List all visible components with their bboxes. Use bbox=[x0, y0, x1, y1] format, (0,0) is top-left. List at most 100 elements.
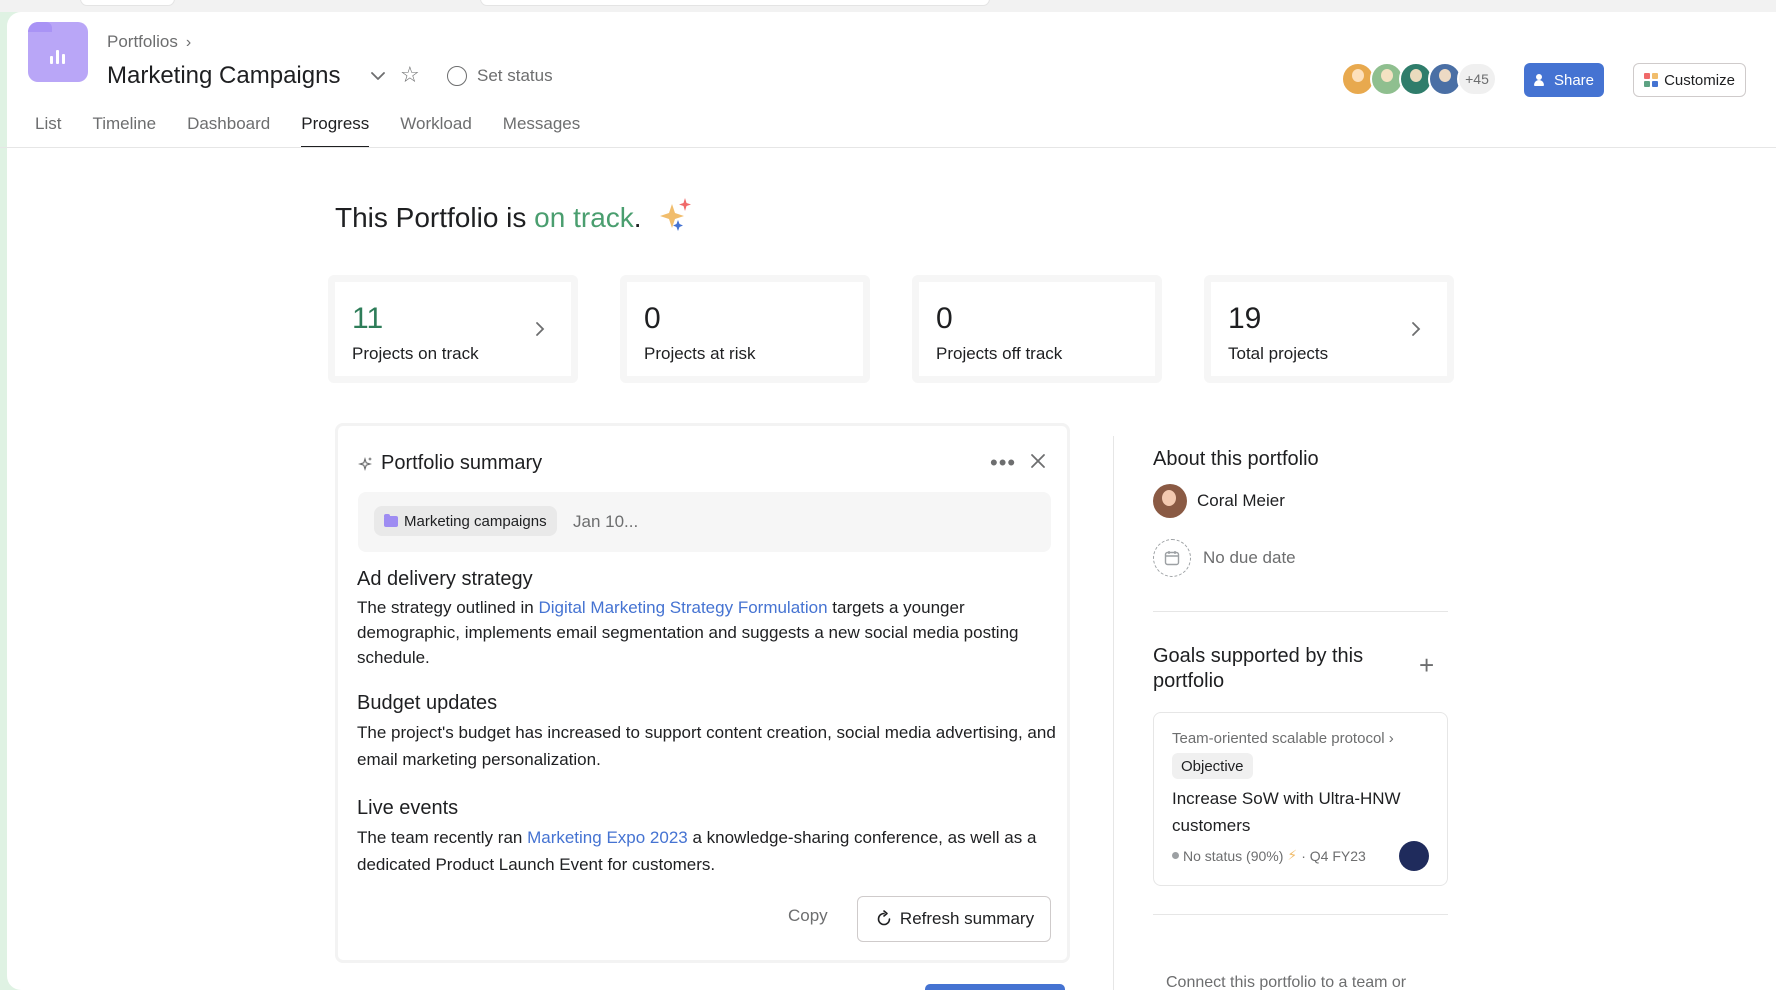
section-text: The strategy outlined in Digital Marketi… bbox=[357, 595, 1057, 670]
portfolio-owner[interactable]: Coral Meier bbox=[1153, 484, 1285, 518]
stat-label: Projects off track bbox=[936, 344, 1063, 363]
section-heading: Ad delivery strategy bbox=[357, 568, 533, 590]
stat-value: 11 bbox=[352, 302, 384, 335]
customize-button[interactable]: Customize bbox=[1633, 63, 1746, 97]
set-status-label: Set status bbox=[477, 66, 553, 85]
browser-top-strip bbox=[0, 0, 1776, 12]
members-more-count[interactable]: +45 bbox=[1457, 62, 1497, 96]
tab-progress[interactable]: Progress bbox=[301, 114, 370, 148]
tab-messages[interactable]: Messages bbox=[503, 114, 580, 146]
stat-label: Total projects bbox=[1228, 344, 1329, 363]
about-title: About this portfolio bbox=[1153, 448, 1319, 470]
portfolio-chip-label: Marketing campaigns bbox=[404, 512, 547, 530]
status-dot-icon bbox=[1172, 852, 1179, 859]
stat-card-total[interactable]: 19 Total projects bbox=[1204, 275, 1454, 383]
chevron-right-icon: › bbox=[1388, 730, 1394, 747]
project-link[interactable]: Marketing Expo 2023 bbox=[527, 828, 688, 847]
top-search-pill bbox=[480, 0, 990, 6]
ai-sparkle-icon bbox=[358, 456, 372, 471]
section-heading: Budget updates bbox=[357, 692, 498, 714]
add-goal-icon[interactable]: + bbox=[1419, 652, 1434, 678]
calendar-icon bbox=[1153, 539, 1191, 577]
summary-section-ad-delivery: Ad delivery strategy The strategy outlin… bbox=[357, 568, 1057, 670]
sidebar-divider bbox=[1113, 436, 1114, 990]
goal-name: Increase SoW with Ultra-HNW customers bbox=[1172, 789, 1401, 835]
chevron-right-icon: › bbox=[185, 34, 192, 51]
lightning-icon: ⚡ bbox=[1287, 847, 1298, 863]
stat-value: 19 bbox=[1228, 302, 1262, 335]
portfolio-chip[interactable]: Marketing campaigns bbox=[374, 506, 557, 536]
breadcrumb[interactable]: Portfolios › bbox=[107, 32, 191, 52]
star-icon[interactable]: ☆ bbox=[400, 64, 420, 86]
headline-prefix: This Portfolio is bbox=[335, 202, 535, 233]
page-title: Marketing Campaigns bbox=[107, 62, 341, 89]
stat-label: Projects at risk bbox=[644, 344, 756, 363]
summary-meta: Marketing campaigns Jan 10... bbox=[358, 492, 1051, 552]
portfolio-summary-panel: Portfolio summary ••• Marketing campaign… bbox=[335, 423, 1070, 963]
goal-status: No status (90%) bbox=[1183, 847, 1284, 864]
set-status-button[interactable]: Set status bbox=[447, 66, 553, 86]
stat-card-at-risk: 0 Projects at risk bbox=[620, 275, 870, 383]
due-date-label: No due date bbox=[1203, 548, 1296, 567]
tab-timeline[interactable]: Timeline bbox=[92, 114, 156, 146]
tabs-divider bbox=[0, 147, 1776, 148]
goal-meta: No status (90%) ⚡ · Q4 FY23 bbox=[1172, 847, 1366, 864]
portfolio-status-headline: This Portfolio is on track. bbox=[335, 202, 642, 234]
chevron-right-icon bbox=[1412, 322, 1421, 336]
chevron-right-icon bbox=[536, 322, 545, 336]
summary-date: Jan 10... bbox=[573, 512, 639, 531]
tab-workload[interactable]: Workload bbox=[400, 114, 472, 146]
breadcrumb-label[interactable]: Portfolios bbox=[107, 32, 178, 51]
view-tabs: List Timeline Dashboard Progress Workloa… bbox=[35, 114, 611, 148]
copy-button[interactable]: Copy bbox=[788, 906, 828, 926]
members-avatars[interactable]: +45 bbox=[1341, 62, 1497, 96]
share-label: Share bbox=[1553, 71, 1595, 89]
chevron-down-icon[interactable] bbox=[368, 66, 388, 86]
summary-header: Portfolio summary bbox=[357, 452, 542, 475]
top-tab-pill bbox=[80, 0, 175, 6]
summary-title: Portfolio summary bbox=[381, 452, 543, 474]
refresh-label: Refresh summary bbox=[899, 909, 1035, 928]
section-text-before: The strategy outlined in bbox=[357, 598, 539, 617]
stat-card-on-track[interactable]: 11 Projects on track bbox=[328, 275, 578, 383]
connect-portfolio-text: Connect this portfolio to a team or bbox=[1166, 974, 1407, 990]
goal-parent-label: Team-oriented scalable protocol bbox=[1172, 730, 1385, 747]
goal-period: · Q4 FY23 bbox=[1301, 847, 1366, 864]
divider bbox=[1153, 611, 1448, 612]
section-heading: Live events bbox=[357, 797, 459, 819]
project-link[interactable]: Digital Marketing Strategy Formulation bbox=[538, 598, 827, 617]
headline-suffix: . bbox=[633, 202, 642, 233]
due-date-field[interactable]: No due date bbox=[1153, 539, 1296, 577]
refresh-icon bbox=[877, 910, 891, 926]
people-icon bbox=[1533, 74, 1548, 86]
status-circle-icon bbox=[447, 66, 467, 86]
section-text: The project's budget has increased to su… bbox=[357, 723, 1056, 769]
goal-card[interactable]: Team-oriented scalable protocol › Object… bbox=[1153, 712, 1448, 886]
goal-type-badge: Objective bbox=[1172, 753, 1253, 779]
goals-title: Goals supported by this portfolio bbox=[1153, 645, 1364, 692]
portfolio-folder-icon bbox=[28, 22, 88, 82]
customize-grid-icon bbox=[1644, 73, 1659, 87]
close-icon[interactable] bbox=[1026, 449, 1050, 473]
section-text-before: The team recently ran bbox=[357, 828, 528, 847]
section-text: The team recently ran Marketing Expo 202… bbox=[357, 824, 1057, 878]
share-button[interactable]: Share bbox=[1524, 63, 1604, 97]
divider bbox=[1153, 914, 1448, 915]
headline-status: on track bbox=[534, 202, 634, 233]
refresh-summary-button[interactable]: Refresh summary bbox=[857, 896, 1051, 942]
avatar[interactable] bbox=[1399, 841, 1429, 871]
stat-card-off-track: 0 Projects off track bbox=[912, 275, 1162, 383]
stat-label: Projects on track bbox=[352, 344, 479, 363]
customize-label: Customize bbox=[1664, 71, 1735, 89]
stat-value: 0 bbox=[936, 302, 953, 335]
summary-section-live-events: Live events The team recently ran Market… bbox=[357, 797, 1057, 878]
goal-parent[interactable]: Team-oriented scalable protocol › bbox=[1172, 730, 1394, 747]
sparkle-icon bbox=[660, 198, 691, 231]
stat-value: 0 bbox=[644, 302, 661, 335]
avatar bbox=[1153, 484, 1187, 518]
folder-icon bbox=[384, 513, 398, 527]
partial-primary-button[interactable] bbox=[925, 984, 1065, 990]
tab-dashboard[interactable]: Dashboard bbox=[187, 114, 270, 146]
tab-list[interactable]: List bbox=[35, 114, 61, 146]
more-options-icon[interactable]: ••• bbox=[990, 450, 1016, 476]
